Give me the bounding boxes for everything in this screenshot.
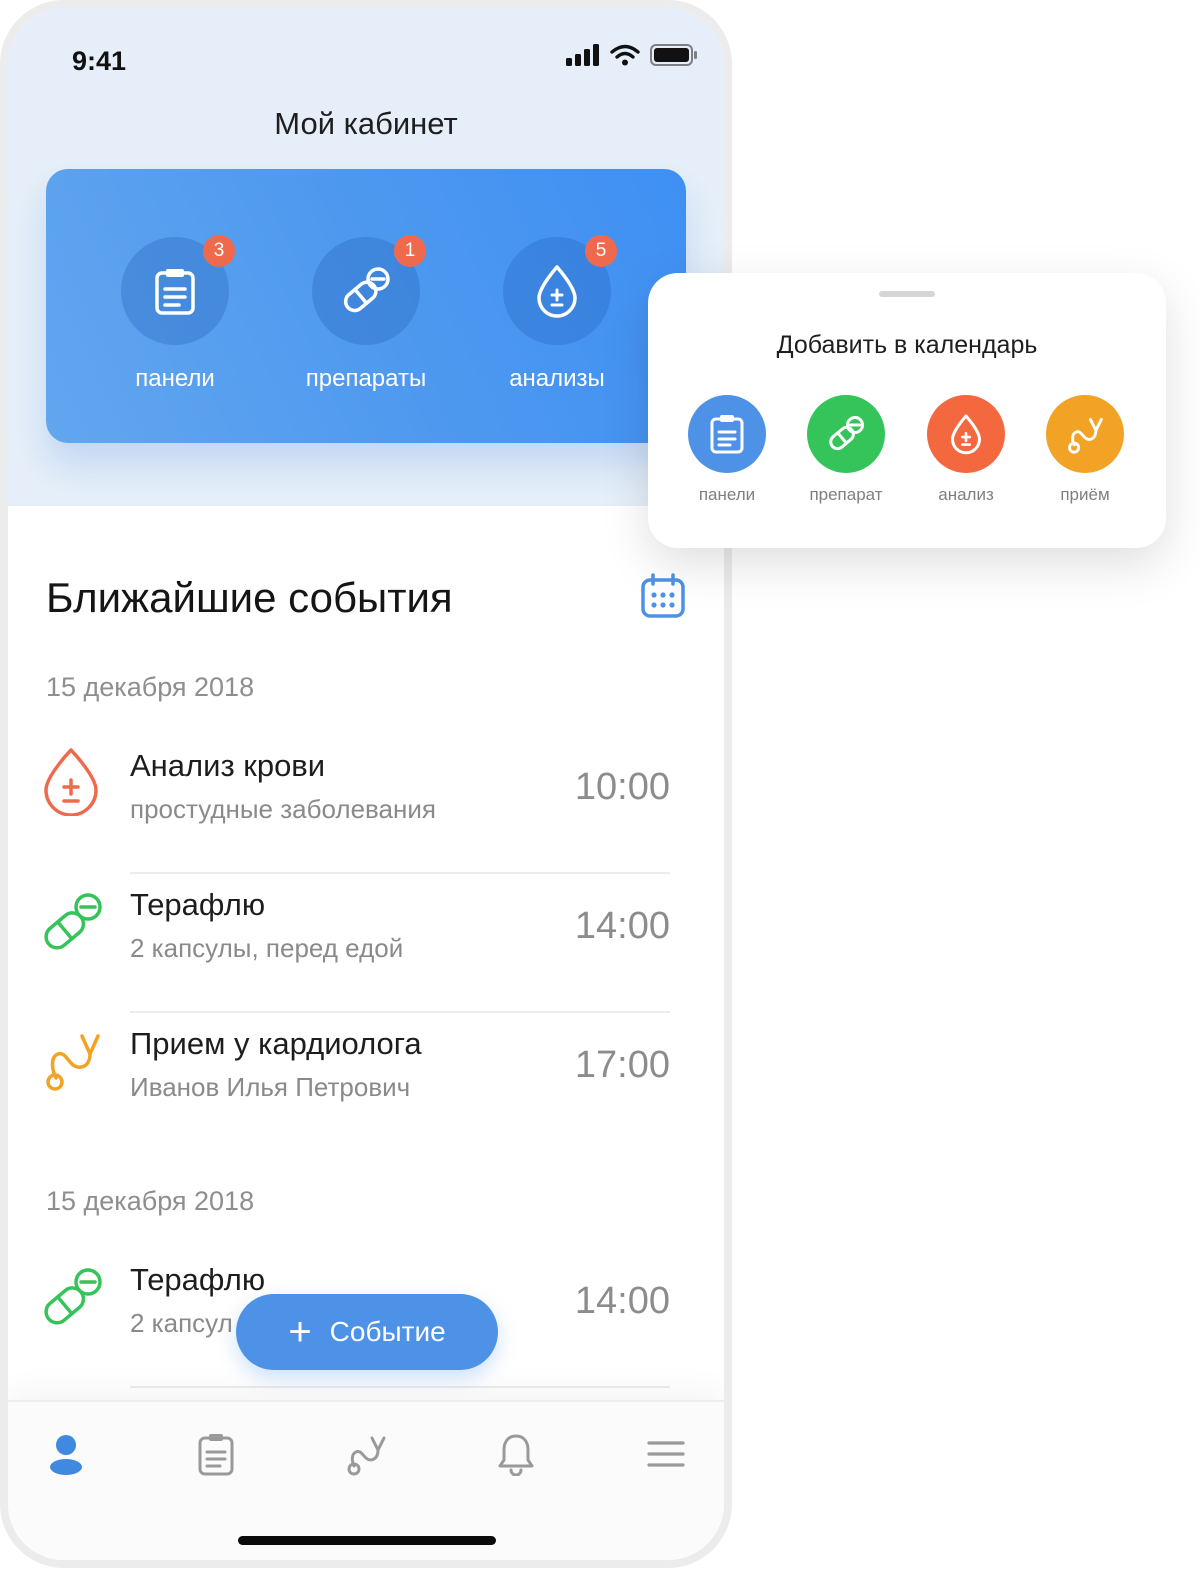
tab-notifications[interactable] bbox=[490, 1428, 542, 1480]
stethoscope-icon bbox=[347, 1436, 386, 1476]
pill-icon bbox=[44, 893, 102, 950]
pill-icon bbox=[829, 416, 864, 451]
dashboard-badge: 1 bbox=[394, 235, 426, 267]
event-row[interactable]: Анализ крови простудные заболевания 10:0… bbox=[8, 736, 724, 874]
popup-item-test[interactable]: анализ bbox=[911, 395, 1021, 505]
menu-icon bbox=[647, 1441, 685, 1467]
event-time: 17:00 bbox=[574, 1044, 670, 1086]
add-event-label: Событие bbox=[329, 1316, 446, 1347]
battery-icon bbox=[650, 44, 697, 66]
stethoscope-icon bbox=[1068, 418, 1103, 454]
dashboard-item-drugs[interactable]: 1 препараты bbox=[271, 235, 461, 393]
dashboard-circle: 3 bbox=[121, 235, 235, 345]
profile-icon bbox=[50, 1435, 82, 1475]
events-title: Ближайшие события bbox=[46, 574, 453, 621]
tab-menu[interactable] bbox=[640, 1428, 692, 1480]
clipboard-icon bbox=[155, 269, 195, 315]
status-time: 9:41 bbox=[72, 46, 127, 76]
popup-item-label: панели bbox=[698, 485, 756, 504]
dashboard-badge: 5 bbox=[585, 235, 617, 267]
event-title: Терафлю bbox=[130, 1262, 266, 1297]
event-subtitle: 2 капсулы, перед едой bbox=[130, 933, 404, 963]
bell-icon bbox=[498, 1434, 534, 1476]
plus-icon: + bbox=[288, 1310, 312, 1354]
add-to-calendar-popup: Добавить в календарь панели препарат ана… bbox=[648, 273, 1166, 548]
popup-circle bbox=[1046, 395, 1124, 473]
popup-circle bbox=[807, 395, 885, 473]
event-divider bbox=[130, 1386, 670, 1388]
calendar-icon[interactable] bbox=[640, 573, 686, 619]
event-row[interactable]: Терафлю 2 капсулы, перед едой 14:00 bbox=[8, 875, 724, 1013]
event-subtitle: простудные заболевания bbox=[130, 794, 436, 824]
event-subtitle: 2 капсул bbox=[130, 1308, 233, 1338]
event-time: 14:00 bbox=[574, 1280, 670, 1322]
wifi-icon bbox=[610, 44, 640, 66]
popup-item-label: приём bbox=[1060, 485, 1110, 504]
popup-item-panels[interactable]: панели bbox=[672, 395, 782, 505]
clipboard-icon bbox=[198, 1434, 234, 1476]
signal-icon bbox=[566, 44, 599, 66]
dashboard-label: препараты bbox=[305, 365, 427, 392]
status-icons bbox=[566, 44, 698, 66]
popup-item-label: анализ bbox=[938, 485, 994, 504]
dashboard-circle: 1 bbox=[312, 235, 426, 345]
dashboard-item-panels[interactable]: 3 панели bbox=[80, 235, 270, 393]
event-divider bbox=[130, 872, 670, 874]
home-indicator[interactable] bbox=[238, 1536, 496, 1545]
event-title: Прием у кардиолога bbox=[130, 1026, 422, 1061]
tab-appointments[interactable] bbox=[340, 1428, 392, 1480]
drop-icon bbox=[44, 748, 98, 816]
event-title: Анализ крови bbox=[130, 748, 326, 783]
clipboard-icon bbox=[710, 415, 744, 454]
pill-icon bbox=[44, 1268, 102, 1325]
add-event-button[interactable]: + Событие bbox=[236, 1294, 498, 1370]
drop-icon bbox=[537, 265, 577, 318]
event-divider bbox=[130, 1011, 670, 1013]
page-title: Мой кабинет bbox=[274, 106, 458, 141]
popup-item-label: препарат bbox=[809, 485, 883, 504]
pill-icon bbox=[343, 267, 390, 313]
event-row[interactable]: Прием у кардиолога Иванов Илья Петрович … bbox=[8, 1014, 724, 1152]
phone-frame: 9:41 Мой кабинет 3 панели 1 препараты 5 … bbox=[0, 0, 732, 1568]
dashboard-circle: 5 bbox=[503, 235, 617, 345]
drop-icon bbox=[951, 414, 981, 455]
events-date: 15 декабря 2018 bbox=[46, 1186, 255, 1216]
event-title: Терафлю bbox=[130, 887, 266, 922]
event-subtitle: Иванов Илья Петрович bbox=[130, 1072, 411, 1102]
popup-title: Добавить в календарь bbox=[776, 331, 1038, 359]
popup-circle bbox=[927, 395, 1005, 473]
event-time: 10:00 bbox=[574, 766, 670, 808]
popup-item-appointment[interactable]: приём bbox=[1030, 395, 1140, 505]
dashboard-card: 3 панели 1 препараты 5 анализы bbox=[46, 169, 686, 443]
events-date: 15 декабря 2018 bbox=[46, 672, 255, 702]
dashboard-label: анализы bbox=[509, 365, 605, 392]
dashboard-label: панели bbox=[135, 365, 215, 392]
stethoscope-icon bbox=[46, 1034, 100, 1091]
popup-circle bbox=[688, 395, 766, 473]
dashboard-item-tests[interactable]: 5 анализы bbox=[462, 235, 652, 393]
event-time: 14:00 bbox=[574, 905, 670, 947]
popup-drag-handle[interactable] bbox=[879, 291, 935, 297]
dashboard-badge: 3 bbox=[203, 235, 235, 267]
tab-profile[interactable] bbox=[40, 1428, 92, 1480]
tab-panels[interactable] bbox=[190, 1428, 242, 1480]
popup-item-drug[interactable]: препарат bbox=[791, 395, 901, 505]
